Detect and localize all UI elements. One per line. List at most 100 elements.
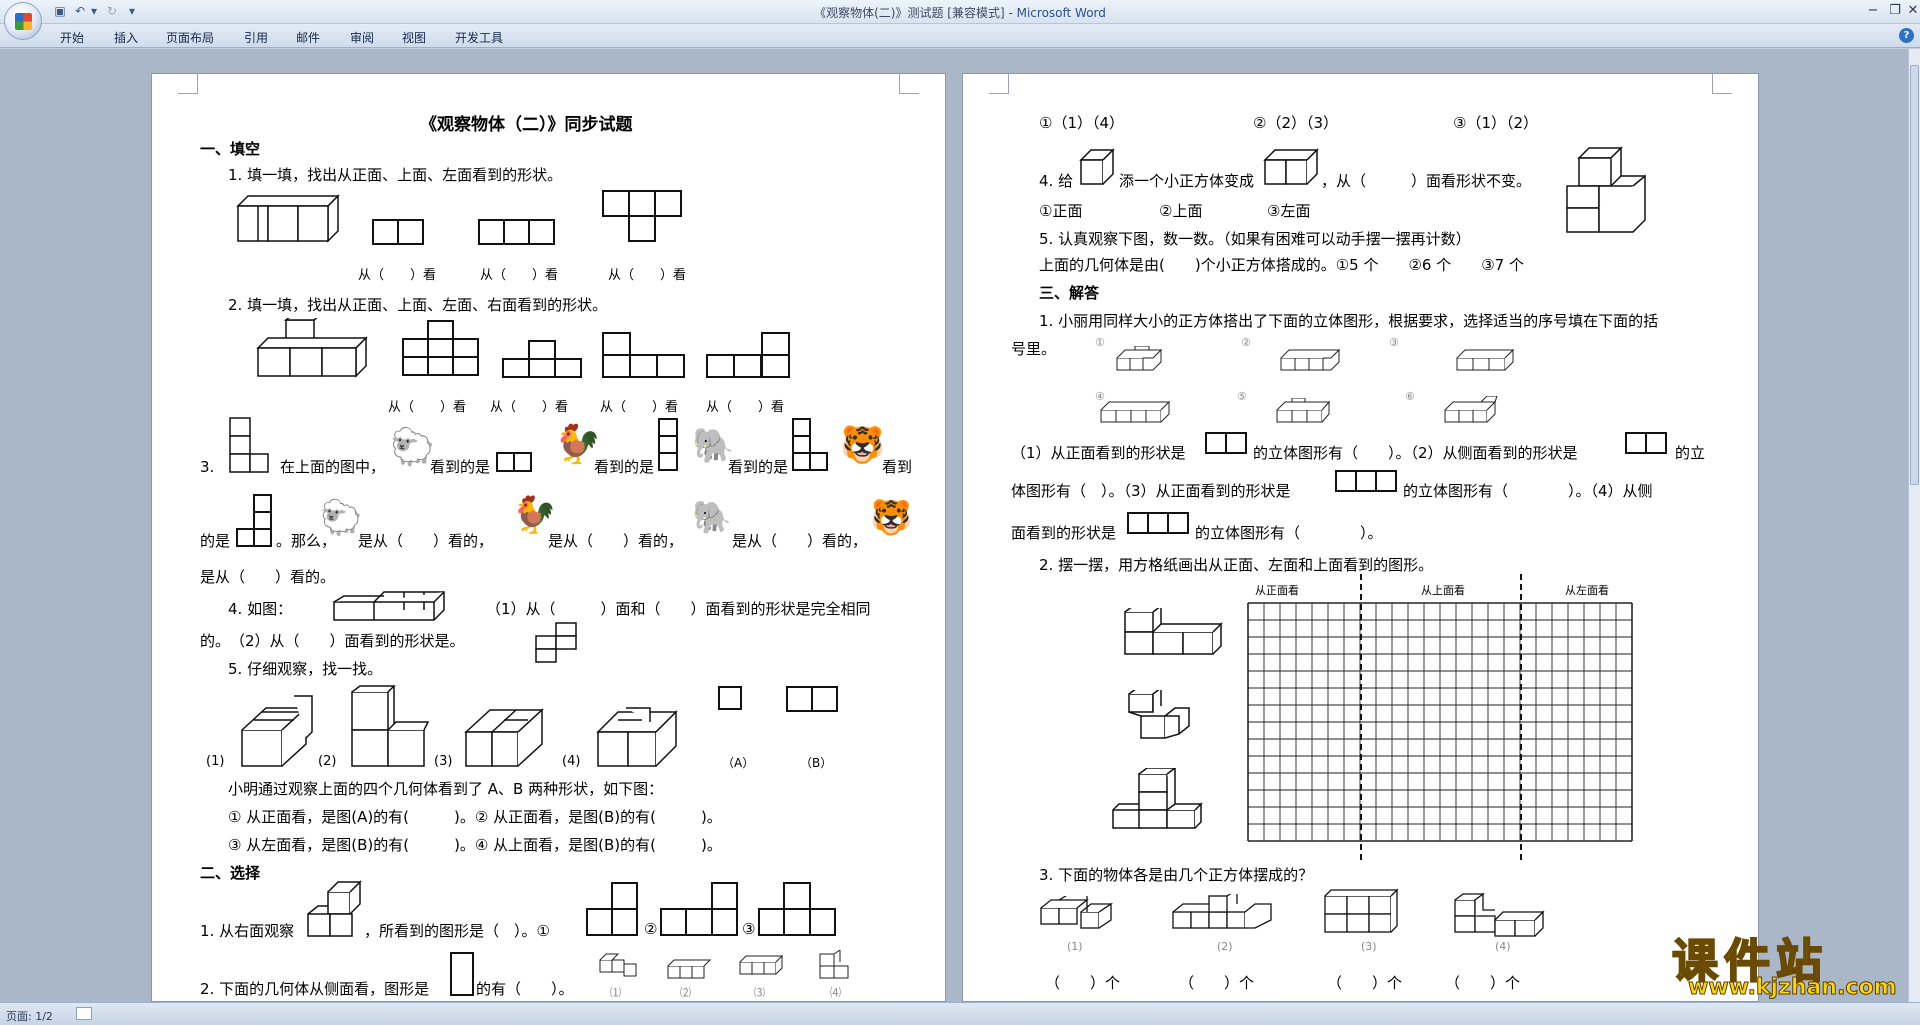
a1-solid-5 (1276, 398, 1331, 423)
a3-solid-3 (1324, 888, 1399, 933)
crop-mark (1712, 74, 1732, 94)
q1-solid-figure (236, 194, 340, 243)
window-title: 《观察物体(二)》测试题 [兼容模式] - Microsoft Word (814, 6, 1106, 20)
a3-num-4: (4) (1495, 940, 1511, 953)
p2-q4-opt-1: ①正面 (1039, 202, 1083, 220)
q3-shape-tiger (236, 494, 272, 547)
a1-num-3: ③ (1389, 336, 1399, 349)
grid-head-top: 从上面看 (1421, 584, 1465, 597)
q3-line2-e: 是从（ ）看的， (732, 532, 868, 550)
a1-num-1: ① (1095, 336, 1105, 349)
tab-developer[interactable]: 开发工具 (455, 29, 503, 46)
a1-shape-side (1625, 432, 1667, 454)
grid-paper[interactable] (1247, 602, 1639, 842)
a1-line-1-a: （1）从正面看到的形状是 (1011, 444, 1186, 462)
q2-view-left (602, 332, 685, 378)
tab-page-layout[interactable]: 页面布局 (166, 29, 214, 46)
question-4: 4. 如图： (228, 600, 293, 618)
choice-2-option-1: ①（1）（4） (1039, 114, 1125, 132)
p2-question-5: 5. 认真观察下图，数一数。（如果有困难可以动手摆一摆再计数） (1039, 230, 1471, 248)
a1-line-3-a: 面看到的形状是 (1011, 524, 1117, 542)
a1-line-1-c: 的立 (1675, 444, 1706, 462)
close-icon[interactable]: ✕ (1902, 2, 1920, 20)
q5-solid-2 (351, 685, 430, 767)
c1-option-2-label: ② (644, 920, 658, 938)
c1-option-3 (758, 882, 836, 936)
q5-label-3: (3) (434, 754, 453, 769)
sheep-icon: 🐑 (390, 427, 435, 468)
ribbon-tabs: 开始 插入 页面布局 引用 邮件 审阅 视图 开发工具 ? (0, 24, 1920, 48)
a1-shape-front-2 (1335, 470, 1397, 492)
q5-shape-b (786, 686, 838, 712)
q3-shape-sheep (496, 452, 532, 472)
p2-q4-cube-single (1079, 148, 1115, 185)
page-indicator[interactable]: 页面: 1/2 (6, 1008, 53, 1024)
proofing-icon[interactable] (76, 1007, 92, 1020)
q3-line2-a: 的是 (200, 532, 231, 550)
scrollbar-thumb[interactable] (1910, 65, 1919, 485)
question-2: 2. 填一填，找出从正面、上面、左面、右面看到的形状。 (228, 296, 608, 314)
answer-grid[interactable] (1247, 602, 1639, 846)
grid-divider-2 (1520, 574, 1522, 860)
q3-line3: 是从（ ）看的。 (200, 568, 336, 586)
a2-solid-2 (1128, 690, 1190, 739)
choice-1: 1. 从右面观察 (200, 922, 295, 940)
choice-2-option-3: ③（1）（2） (1453, 114, 1539, 132)
q4-solid-figure (333, 591, 445, 621)
q2-label-2: 从（ ）看 (490, 400, 569, 415)
a3-solid-4 (1454, 892, 1545, 937)
a1-num-6: ⑥ (1405, 390, 1415, 403)
vertical-scrollbar[interactable] (1908, 49, 1920, 1002)
a3-num-3: (3) (1361, 940, 1377, 953)
office-button[interactable] (4, 2, 42, 40)
elephant-icon-2: 🐘 (692, 498, 732, 536)
office-logo-icon (15, 13, 32, 30)
q1-view-b (478, 219, 555, 245)
q1-label-1: 从（ ）看 (358, 268, 437, 283)
q1-label-2: 从（ ）看 (480, 268, 559, 283)
p2-q4-text-b: 添一个小正方体变成 (1119, 172, 1255, 190)
q3-text-d: 看到的是 (728, 458, 789, 476)
a2-solid-1 (1124, 608, 1223, 655)
help-icon[interactable]: ? (1899, 28, 1914, 43)
tab-references[interactable]: 引用 (244, 29, 268, 46)
tiger-icon-2: 🐯 (870, 498, 913, 538)
crop-mark (899, 74, 919, 94)
a3-blank-2: （ ）个 (1179, 974, 1255, 992)
tab-home[interactable]: 开始 (60, 29, 84, 46)
a1-line-3-b: 的立体图形有（ ）。 (1195, 524, 1383, 542)
q5-label-4: (4) (562, 754, 581, 769)
c2-num-4: ⑷ (830, 986, 841, 999)
q5-description: 小明通过观察上面的四个几何体看到了 A、B 两种形状，如下图： (228, 780, 664, 798)
answer-3: 3. 下面的物体各是由几个正方体摆成的？ (1039, 866, 1314, 884)
a1-solid-1 (1116, 346, 1163, 371)
choice-2-b: 的有（ ）。 (476, 980, 574, 998)
q5-label-2: (2) (318, 754, 337, 769)
c2-solid-3 (739, 954, 784, 975)
a1-num-2: ② (1241, 336, 1251, 349)
c2-solid-2 (667, 959, 712, 979)
q2-view-front (402, 320, 479, 376)
tiger-icon: 🐯 (840, 425, 885, 466)
q3-text-c: 看到的是 (594, 458, 655, 476)
q5-solid-4 (596, 707, 678, 767)
tab-insert[interactable]: 插入 (114, 29, 138, 46)
q5-shape-a (718, 686, 742, 710)
a1-solid-3 (1456, 348, 1515, 371)
answer-2: 2. 摆一摆，用方格纸画出从正面、左面和上面看到的图形。 (1039, 556, 1434, 574)
crop-mark (989, 74, 1009, 94)
c1-option-1 (586, 882, 638, 936)
q4-text-b: （1）从（ ）面和（ ）面看到的形状是完全相同 (486, 600, 871, 618)
a1-num-5: ⑤ (1237, 390, 1247, 403)
a1-line-2-b: 的立体图形有（ ）。（4）从侧 (1403, 482, 1653, 500)
choice-2-option-2: ②（2）（3） (1253, 114, 1339, 132)
a3-blank-4: （ ）个 (1445, 974, 1521, 992)
q3-solid-figure (229, 417, 269, 473)
minimize-icon[interactable]: − (1862, 2, 1884, 20)
p2-q4-text-c: ，从（ ）面看形状不变。 (1321, 172, 1532, 190)
tab-view[interactable]: 视图 (402, 29, 426, 46)
tab-mailings[interactable]: 邮件 (296, 29, 320, 46)
question-1: 1. 填一填，找出从正面、上面、左面看到的形状。 (228, 166, 563, 184)
tab-review[interactable]: 审阅 (350, 29, 374, 46)
q5-line-1: ① 从正面看，是图(A)的有( )。② 从正面看，是图(B)的有( )。 (228, 808, 722, 826)
